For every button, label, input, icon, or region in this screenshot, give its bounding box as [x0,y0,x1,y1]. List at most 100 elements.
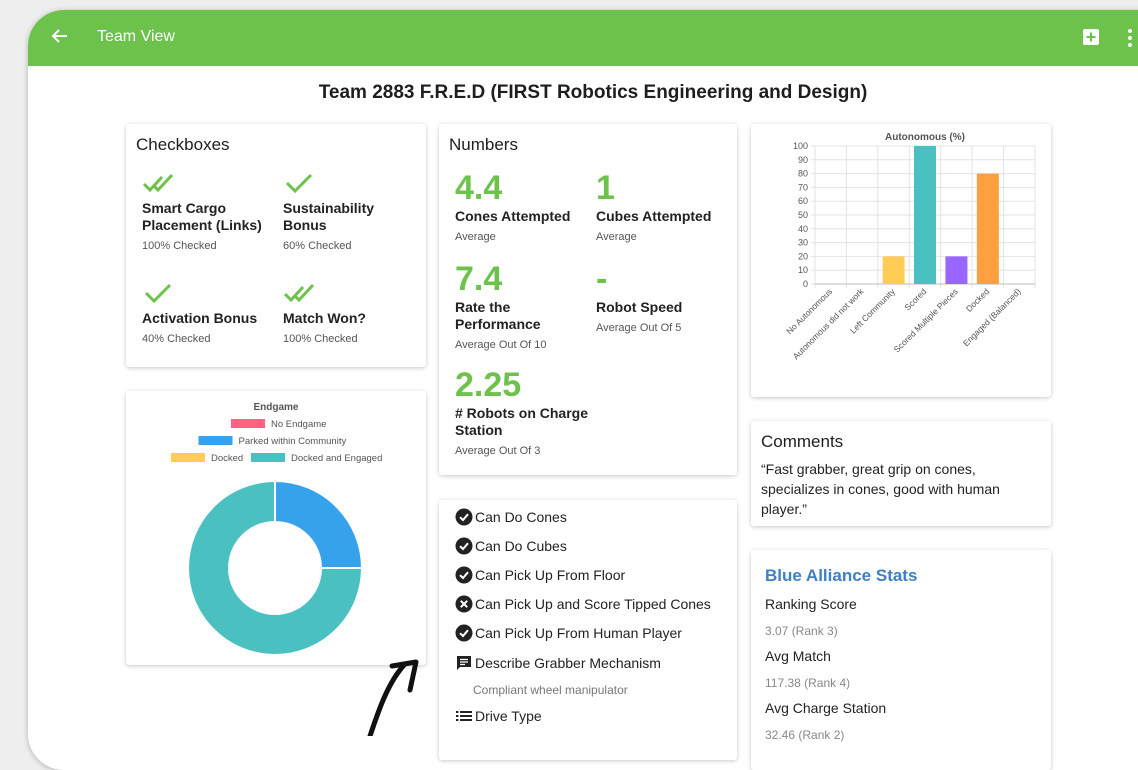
feature-item: Drive Type [455,707,542,725]
chart-title: Autonomous (%) [885,132,965,143]
feature-item: Can Do Cones [455,508,567,526]
feature-label: Can Pick Up From Floor [475,567,626,583]
back-arrow-icon[interactable] [50,26,70,46]
legend-swatch [251,453,285,462]
number-stat-sub: Average Out Of 5 [596,322,682,334]
stat-value: 32.46 (Rank 2) [765,728,845,742]
feature-item: Can Pick Up and Score Tipped Cones [455,595,711,613]
checkboxes-heading: Checkboxes [136,135,230,154]
legend-label: Docked and Engaged [291,453,382,464]
legend-swatch [198,436,233,445]
features-card: Can Do Cones Can Do Cubes Can Pick Up Fr… [439,500,737,760]
y-tick-label: 10 [798,265,808,275]
x-tick-label: Engaged (Balanced) [961,286,1023,348]
checkbox-stat: Activation Bonus 40% Checked [142,282,272,345]
number-stat-label: Cubes Attempted [596,208,712,224]
x-tick-label: Docked [964,286,992,314]
checkbox-stat-percent: 100% Checked [142,240,217,252]
comment-icon [457,656,471,670]
blue-alliance-card: Blue Alliance Stats Ranking Score 3.07 (… [751,550,1051,770]
stat-value: 3.07 (Rank 3) [765,624,838,638]
check-icon [144,283,172,304]
page-title: Team 2883 F.R.E.D (FIRST Robotics Engine… [318,82,868,103]
checkbox-stat-percent: 40% Checked [142,333,211,345]
number-stat-label: Robot Speed [596,299,683,315]
app-bar: Team View [28,10,1138,66]
legend-swatch [171,453,205,462]
autonomous-chart: Autonomous (%)0102030405060708090100No A… [784,132,1036,361]
legend-label: Docked [211,453,243,464]
y-tick-label: 40 [798,224,808,234]
feature-item: Can Do Cubes [455,537,567,555]
y-tick-label: 50 [798,210,808,220]
comments-heading: Comments [761,432,844,451]
number-stat-value: - [596,260,608,298]
autonomous-chart-card: Autonomous (%) 0 10 20 30 40 50 60 70 80 90 100 No A… [751,124,1051,397]
checkbox-stat-percent: 100% Checked [283,333,358,345]
number-stat-value: 1 [596,169,615,207]
endgame-chart-card: Endgame No Endgame Parked within Community… [126,391,426,665]
comment-text: “Fast grabber, great grip on cones, spec… [761,461,1000,517]
feature-item: Can Pick Up From Floor [455,566,625,584]
check-icon [285,173,313,194]
bar [914,146,936,284]
number-stat: 1 Cubes Attempted Average [596,170,736,243]
legend-swatch [231,419,265,428]
bar [945,256,968,284]
stat-value: 117.38 (Rank 4) [765,676,851,690]
bar [976,173,999,284]
double-check-icon [283,283,315,303]
y-tick-label: 20 [798,251,808,261]
number-stat-sub: Average Out Of 3 [455,445,541,457]
y-tick-label: 60 [798,196,808,206]
list-icon [456,711,472,721]
endgame-chart: Endgame No Endgame Parked within Community… [171,402,382,656]
number-stat-value: 7.4 [455,260,503,298]
number-stat-label: Cones Attempted [455,208,571,224]
stat-label: Avg Match [765,648,831,664]
y-tick-label: 70 [798,182,808,192]
number-stat-sub: Average [596,231,637,243]
add-box-icon[interactable] [1083,29,1099,45]
bar [882,256,905,284]
feature-item: Can Pick Up From Human Player [455,624,682,642]
number-stat-sub: Average Out Of 10 [455,339,547,351]
stat-label: Ranking Score [765,596,857,612]
number-stat-value: 4.4 [455,169,503,207]
pie-slice [274,479,364,569]
more-vert-icon[interactable] [1126,28,1134,48]
numbers-card: Numbers 4.4 Cones Attempted Average 1 Cu… [439,124,737,475]
comments-card: Comments “Fast grabber, great grip on co… [751,421,1051,526]
grabber-answer: Compliant wheel manipulator [473,683,628,697]
number-stat-value: 2.25 [455,366,522,404]
checkbox-stat: Smart Cargo Placement (Links) 100% Check… [142,172,272,252]
number-stat: 7.4 Rate the Performance Average Out Of … [455,261,595,351]
checkbox-stat-label: Activation Bonus [142,310,258,326]
checkbox-stat: Match Won? 100% Checked [283,282,413,345]
x-circle-icon [455,595,473,613]
y-tick-label: 90 [798,155,808,165]
feature-label: Can Do Cones [475,509,567,525]
y-tick-label: 0 [803,279,808,289]
check-circle-icon [455,508,473,526]
x-tick-label: Scored Multiple Pieces [892,286,960,354]
check-circle-icon [455,537,473,555]
checkbox-stat-label: Match Won? [283,310,366,326]
feature-label: Can Pick Up and Score Tipped Cones [475,596,711,612]
x-tick-label: Scored [902,286,928,312]
checkbox-stat: Sustainability Bonus 60% Checked [283,172,413,252]
check-circle-icon [455,566,473,584]
feature-label: Describe Grabber Mechanism [475,655,661,671]
blue-alliance-heading: Blue Alliance Stats [765,566,918,585]
number-stat: 2.25 # Robots on Charge Station Average … [455,367,595,457]
double-check-icon [142,173,174,193]
y-tick-label: 80 [798,169,808,179]
y-tick-label: 100 [793,141,808,151]
checkbox-stat-label: Sustainability Bonus [283,200,375,233]
number-stat-sub: Average [455,231,496,243]
checkboxes-card: Checkboxes Smart Cargo Placement (Links)… [126,124,426,367]
y-tick-label: 30 [798,238,808,248]
chart-title: Endgame [253,402,298,413]
feature-item: Describe Grabber Mechanism [455,654,661,672]
check-circle-icon [455,624,473,642]
